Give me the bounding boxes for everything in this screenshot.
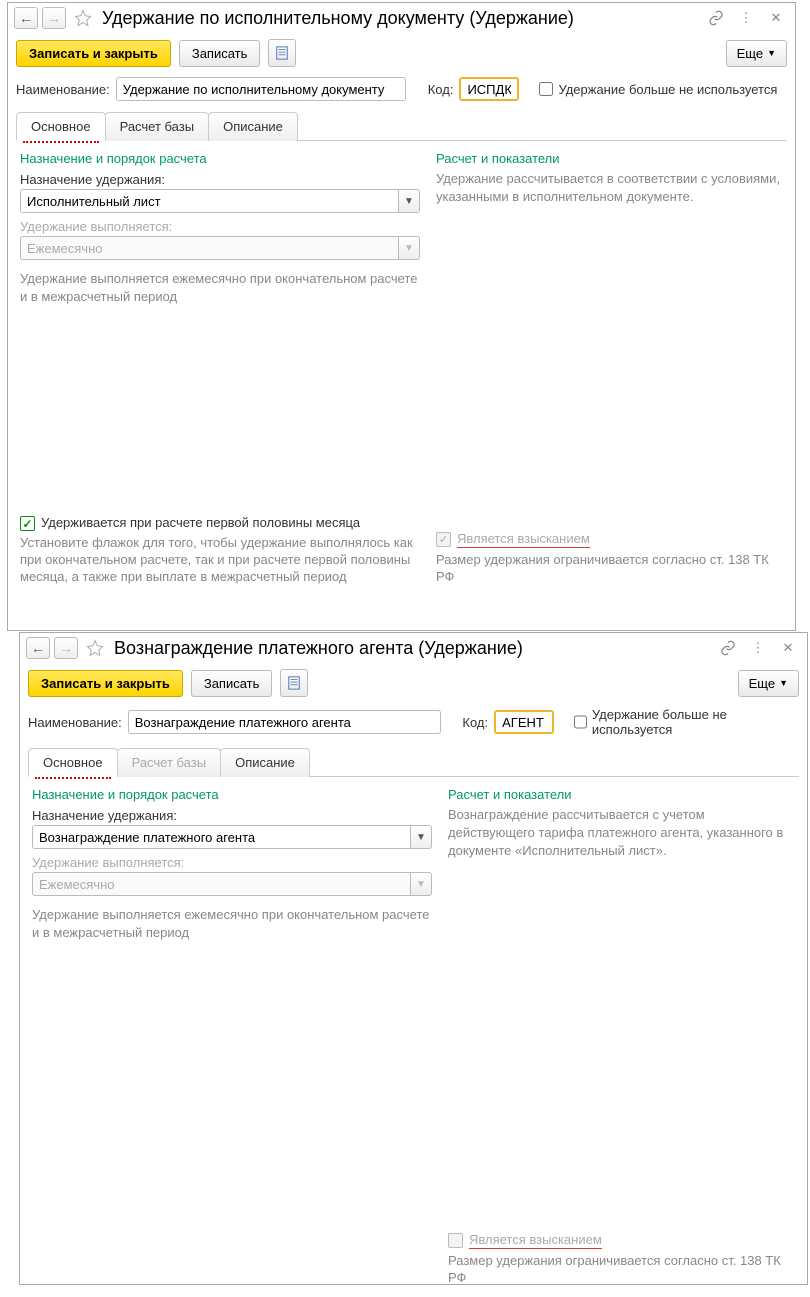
panel-main: Назначение и порядок расчета Назначение … xyxy=(20,777,807,1297)
menu-icon[interactable]: ⋮ xyxy=(749,639,767,657)
nav-back-button[interactable]: ← xyxy=(14,7,38,29)
tab-desc[interactable]: Описание xyxy=(220,748,310,777)
col-right: Расчет и показатели Удержание рассчитыва… xyxy=(420,151,783,586)
titlebar: ← → Вознаграждение платежного агента (Уд… xyxy=(20,633,807,663)
close-icon[interactable]: ✕ xyxy=(767,9,785,27)
name-input[interactable] xyxy=(116,77,406,101)
window-deduction-executive: ← → Удержание по исполнительному докумен… xyxy=(7,2,796,631)
code-input[interactable] xyxy=(459,77,519,101)
limit-note: Размер удержания ограничивается согласно… xyxy=(436,552,783,586)
calc-info: Удержание рассчитывается в соответствии … xyxy=(436,170,783,206)
tab-main[interactable]: Основное xyxy=(28,748,118,777)
col-left: Назначение и порядок расчета Назначение … xyxy=(32,787,432,1287)
section-purpose: Назначение и порядок расчета xyxy=(20,151,420,166)
tab-base[interactable]: Расчет базы xyxy=(105,112,210,141)
perform-note: Удержание выполняется ежемесячно при око… xyxy=(32,906,432,941)
purpose-label: Назначение удержания: xyxy=(20,172,420,187)
titlebar: ← → Удержание по исполнительному докумен… xyxy=(8,3,795,33)
report-button[interactable] xyxy=(280,669,308,697)
window-agent-reward: ← → Вознаграждение платежного агента (Уд… xyxy=(19,632,808,1285)
name-label: Наименование: xyxy=(28,715,122,730)
favorite-icon[interactable] xyxy=(74,9,92,27)
menu-icon[interactable]: ⋮ xyxy=(737,9,755,27)
tab-desc[interactable]: Описание xyxy=(208,112,298,141)
toolbar: Записать и закрыть Записать Еще▼ xyxy=(8,33,795,73)
save-button[interactable]: Записать xyxy=(191,670,273,697)
limit-note: Размер удержания ограничивается согласно… xyxy=(448,1253,795,1287)
first-half-checkbox[interactable]: ✓ Удерживается при расчете первой полови… xyxy=(20,515,420,531)
perform-label: Удержание выполняется: xyxy=(32,855,432,870)
favorite-icon[interactable] xyxy=(86,639,104,657)
is-levy-checkbox: Является взысканием xyxy=(448,1232,795,1249)
perform-note: Удержание выполняется ежемесячно при око… xyxy=(20,270,420,305)
check-icon xyxy=(448,1233,463,1248)
name-input[interactable] xyxy=(128,710,441,734)
save-close-button[interactable]: Записать и закрыть xyxy=(16,40,171,67)
report-button[interactable] xyxy=(268,39,296,67)
code-label: Код: xyxy=(462,715,488,730)
panel-main: Назначение и порядок расчета Назначение … xyxy=(8,141,795,596)
tabs: Основное Расчет базы Описание xyxy=(16,111,787,141)
section-purpose: Назначение и порядок расчета xyxy=(32,787,432,802)
tab-base[interactable]: Расчет базы xyxy=(117,748,222,777)
close-icon[interactable]: ✕ xyxy=(779,639,797,657)
link-icon[interactable] xyxy=(719,639,737,657)
is-levy-checkbox: ✓ Является взысканием xyxy=(436,531,783,548)
chevron-down-icon: ▼ xyxy=(410,872,432,896)
section-calc: Расчет и показатели xyxy=(436,151,783,166)
not-used-checkbox[interactable]: Удержание больше не используется xyxy=(539,82,777,97)
purpose-select[interactable]: ▼ xyxy=(32,825,432,849)
nav-forward-button[interactable]: → xyxy=(54,637,78,659)
toolbar: Записать и закрыть Записать Еще▼ xyxy=(20,663,807,703)
col-right: Расчет и показатели Вознаграждение рассч… xyxy=(432,787,795,1287)
link-icon[interactable] xyxy=(707,9,725,27)
perform-select: ▼ xyxy=(20,236,420,260)
save-close-button[interactable]: Записать и закрыть xyxy=(28,670,183,697)
check-icon: ✓ xyxy=(436,532,451,547)
more-button[interactable]: Еще▼ xyxy=(738,670,799,697)
save-button[interactable]: Записать xyxy=(179,40,261,67)
nav-back-button[interactable]: ← xyxy=(26,637,50,659)
calc-info: Вознаграждение рассчитывается с учетом д… xyxy=(448,806,795,861)
not-used-checkbox[interactable]: Удержание больше не используется xyxy=(574,707,799,737)
purpose-select[interactable]: ▼ xyxy=(20,189,420,213)
tabs: Основное Расчет базы Описание xyxy=(28,747,799,777)
first-half-hint: Установите флажок для того, чтобы удержа… xyxy=(20,535,420,586)
code-input[interactable] xyxy=(494,710,554,734)
chevron-down-icon: ▼ xyxy=(398,236,420,260)
purpose-label: Назначение удержания: xyxy=(32,808,432,823)
chevron-down-icon[interactable]: ▼ xyxy=(410,825,432,849)
check-icon: ✓ xyxy=(20,516,35,531)
chevron-down-icon[interactable]: ▼ xyxy=(398,189,420,213)
nav-forward-button[interactable]: → xyxy=(42,7,66,29)
window-title: Удержание по исполнительному документу (… xyxy=(102,8,699,29)
perform-select: ▼ xyxy=(32,872,432,896)
name-row: Наименование: Код: Удержание больше не и… xyxy=(8,73,795,111)
tab-main[interactable]: Основное xyxy=(16,112,106,141)
perform-label: Удержание выполняется: xyxy=(20,219,420,234)
more-button[interactable]: Еще▼ xyxy=(726,40,787,67)
col-left: Назначение и порядок расчета Назначение … xyxy=(20,151,420,586)
name-row: Наименование: Код: Удержание больше не и… xyxy=(20,703,807,747)
code-label: Код: xyxy=(428,82,454,97)
section-calc: Расчет и показатели xyxy=(448,787,795,802)
window-title: Вознаграждение платежного агента (Удержа… xyxy=(114,638,711,659)
name-label: Наименование: xyxy=(16,82,110,97)
